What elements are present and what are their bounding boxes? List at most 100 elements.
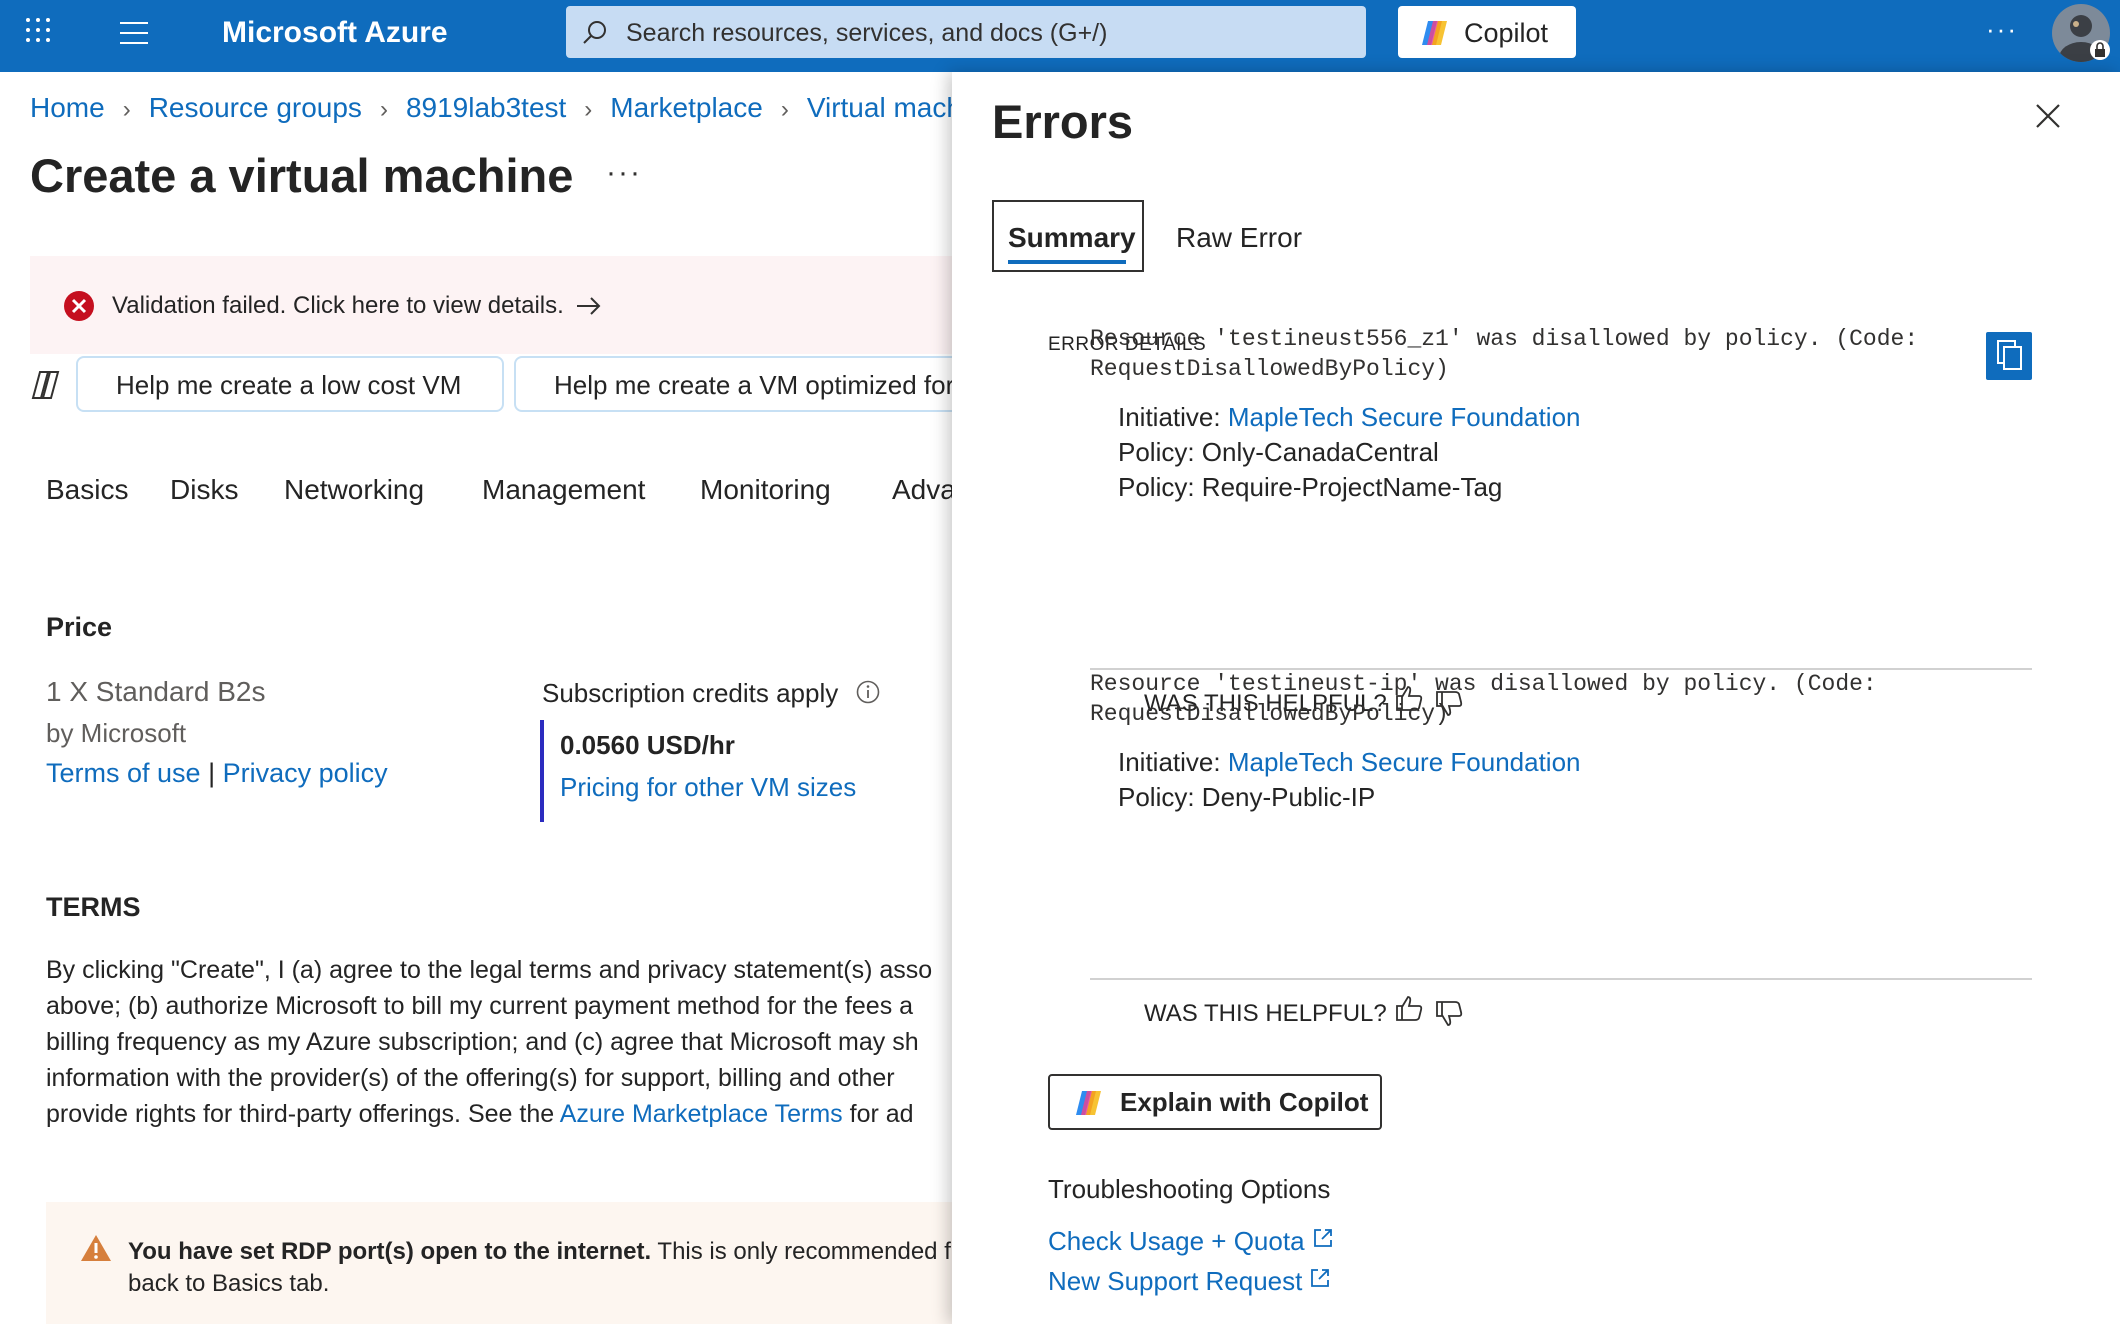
tab-summary-label: Summary — [1008, 222, 1136, 253]
copilot-icon — [1422, 21, 1447, 45]
helpful-label: WAS THIS HELPFUL? — [1144, 1000, 1387, 1027]
terms-heading: TERMS — [46, 892, 141, 922]
pricing-other-sizes-link[interactable]: Pricing for other VM sizes — [560, 772, 856, 803]
tab-summary[interactable]: Summary — [992, 200, 1144, 272]
tab-raw-error[interactable]: Raw Error — [1176, 222, 1302, 254]
new-support-request-link[interactable]: New Support Request — [1048, 1266, 1332, 1297]
tab-selected-indicator — [1008, 260, 1126, 264]
copilot-suggestion-icon — [31, 371, 60, 399]
price-publisher: by Microsoft — [46, 718, 187, 748]
price-amount: 0.0560 USD/hr — [560, 730, 735, 760]
terms-line: By clicking "Create", I (a) agree to the… — [46, 956, 933, 984]
settings-more-icon[interactable]: ··· — [1986, 14, 2018, 45]
app-launcher-icon[interactable] — [26, 18, 54, 46]
suggestion-low-cost-vm[interactable]: Help me create a low cost VM — [76, 356, 504, 412]
thumbs-up-icon[interactable] — [1394, 994, 1424, 1022]
check-usage-quota-label: Check Usage + Quota — [1048, 1226, 1305, 1256]
breadcrumb-home[interactable]: Home — [30, 92, 105, 123]
explain-with-copilot-button[interactable]: Explain with Copilot — [1048, 1074, 1382, 1130]
tab-advanced[interactable]: Adva — [892, 474, 956, 506]
brand-title[interactable]: Microsoft Azure — [222, 16, 448, 50]
price-accent-bar — [540, 720, 544, 822]
tab-networking[interactable]: Networking — [284, 474, 424, 506]
initiative-link[interactable]: MapleTech Secure Foundation — [1228, 402, 1581, 432]
policy-row: Policy: Deny-Public-IP — [1118, 782, 1376, 812]
error-message: Resource 'testineust-ip' was disallowed … — [1090, 669, 1877, 729]
suggestion-optimized-vm[interactable]: Help me create a VM optimized for — [514, 356, 1014, 412]
terms-line: provide rights for third-party offerings… — [46, 1096, 986, 1132]
tab-disks[interactable]: Disks — [170, 474, 238, 506]
terms-line: billing frequency as my Azure subscripti… — [46, 1028, 919, 1056]
warning-bold-text: You have set RDP port(s) open to the int… — [128, 1238, 652, 1265]
price-heading: Price — [46, 612, 113, 642]
external-link-icon — [1311, 1269, 1330, 1287]
price-links: Terms of use | Privacy policy — [46, 758, 388, 789]
portal-menu-icon[interactable] — [120, 22, 148, 44]
lock-icon — [2090, 40, 2110, 60]
chevron-right-icon: › — [379, 96, 388, 123]
arrow-right-icon — [577, 297, 601, 315]
terms-of-use-link[interactable]: Terms of use — [46, 758, 201, 788]
policy-row: Policy: Only-CanadaCentral — [1118, 437, 1439, 467]
breadcrumb: Home › Resource groups › 8919lab3test › Market… — [30, 92, 962, 124]
search-icon — [583, 21, 606, 44]
tab-monitoring[interactable]: Monitoring — [700, 474, 831, 506]
errors-panel: Errors Summary Raw Error ERROR DETAILS R… — [952, 72, 2120, 1324]
copy-button[interactable] — [1986, 332, 2032, 380]
copy-icon — [1997, 340, 2022, 370]
more-options-icon[interactable]: ··· — [606, 156, 642, 190]
tab-management[interactable]: Management — [482, 474, 645, 506]
initiative-row: Initiative: MapleTech Secure Foundation — [1118, 747, 1581, 778]
terms-line-end: for ad — [842, 1100, 914, 1128]
error-message-line: Resource 'testineust-ip' was disallowed … — [1090, 671, 1877, 697]
error-message-line: RequestDisallowedByPolicy) — [1090, 701, 1449, 727]
close-icon[interactable] — [2034, 102, 2062, 130]
breadcrumb-marketplace[interactable]: Marketplace — [610, 92, 763, 123]
chevron-right-icon: › — [780, 96, 789, 123]
warning-text: This is only recommended f — [651, 1238, 951, 1265]
divider — [1090, 978, 2032, 980]
error-message-line: Resource 'testineust556_z1' was disallow… — [1090, 326, 1919, 352]
error-icon — [64, 291, 94, 321]
copilot-label: Copilot — [1464, 18, 1549, 48]
terms-text: By clicking "Create", I (a) agree to the… — [46, 952, 986, 1132]
subscription-credits-label: Subscription credits apply — [542, 678, 839, 708]
page-title: Create a virtual machine — [30, 149, 574, 202]
explain-button-label: Explain with Copilot — [1120, 1087, 1369, 1117]
tab-basics[interactable]: Basics — [46, 474, 128, 506]
external-link-icon — [1313, 1229, 1332, 1247]
search-input[interactable]: Search resources, services, and docs (G+… — [566, 6, 1366, 58]
new-support-request-label: New Support Request — [1048, 1266, 1303, 1296]
search-placeholder: Search resources, services, and docs (G+… — [626, 19, 1108, 47]
check-usage-quota-link[interactable]: Check Usage + Quota — [1048, 1226, 1335, 1257]
marketplace-terms-link[interactable]: Azure Marketplace Terms — [560, 1100, 843, 1128]
error-message: Resource 'testineust556_z1' was disallow… — [1090, 324, 1918, 384]
initiative-link[interactable]: MapleTech Secure Foundation — [1228, 747, 1581, 777]
errors-panel-title: Errors — [992, 95, 1134, 148]
terms-line: above; (b) authorize Microsoft to bill m… — [46, 992, 914, 1020]
troubleshooting-heading: Troubleshooting Options — [1048, 1174, 1331, 1204]
initiative-label: Initiative: — [1118, 747, 1228, 777]
initiative-row: Initiative: MapleTech Secure Foundation — [1118, 402, 1581, 433]
copilot-button[interactable]: Copilot — [1398, 6, 1576, 58]
top-bar: Microsoft Azure Search resources, servic… — [0, 0, 2120, 72]
validation-banner[interactable]: Validation failed. Click here to view de… — [30, 256, 1010, 354]
warning-line: back to Basics tab. — [128, 1270, 330, 1297]
link-separator: | — [208, 758, 216, 788]
error-message-line: RequestDisallowedByPolicy) — [1090, 356, 1449, 382]
rdp-warning-banner: You have set RDP port(s) open to the int… — [46, 1202, 1006, 1324]
privacy-policy-link[interactable]: Privacy policy — [223, 758, 388, 788]
warning-line: You have set RDP port(s) open to the int… — [128, 1238, 988, 1266]
terms-line: information with the provider(s) of the … — [46, 1064, 895, 1092]
breadcrumb-resource-group[interactable]: 8919lab3test — [406, 92, 566, 123]
chevron-right-icon: › — [122, 96, 131, 123]
terms-line-start: provide rights for third-party offerings… — [46, 1100, 560, 1128]
copilot-icon — [1076, 1091, 1101, 1115]
initiative-label: Initiative: — [1118, 402, 1228, 432]
info-icon[interactable] — [856, 680, 880, 704]
thumbs-down-icon[interactable] — [1434, 1000, 1464, 1028]
chevron-right-icon: › — [584, 96, 593, 123]
breadcrumb-virtual-machine[interactable]: Virtual mach — [807, 92, 962, 123]
breadcrumb-resource-groups[interactable]: Resource groups — [149, 92, 362, 123]
validation-message: Validation failed. Click here to view de… — [112, 292, 564, 319]
